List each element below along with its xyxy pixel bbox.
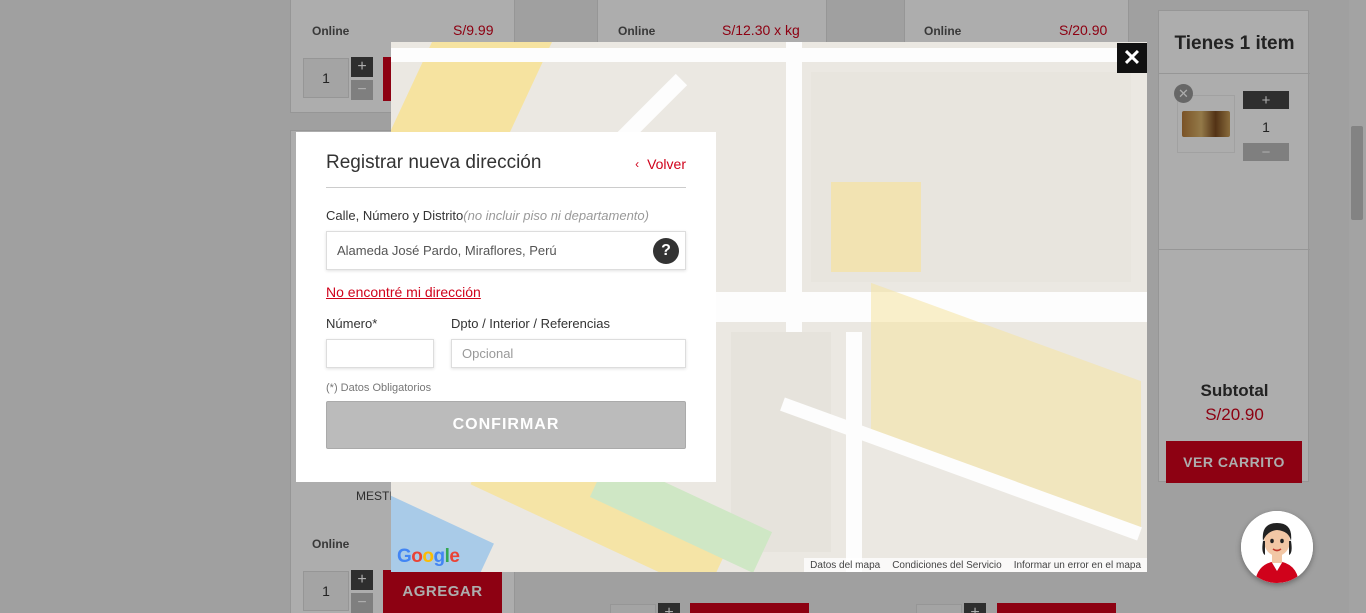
help-icon[interactable]: ? xyxy=(653,238,679,264)
assistant-avatar-icon xyxy=(1241,511,1313,583)
number-input[interactable] xyxy=(326,339,434,368)
street-label-hint: (no incluir piso ni departamento) xyxy=(463,208,649,223)
divider xyxy=(326,187,686,188)
apartment-reference-input[interactable] xyxy=(451,339,686,368)
address-not-found-link[interactable]: No encontré mi dirección xyxy=(326,284,481,300)
street-label: Calle, Número y Distrito(no incluir piso… xyxy=(326,208,649,223)
map-footer: Datos del mapa Condiciones del Servicio … xyxy=(804,558,1147,572)
address-dialog: Registrar nueva dirección ‹ Volver Calle… xyxy=(296,132,716,482)
chat-assistant-button[interactable] xyxy=(1241,511,1313,583)
confirm-button[interactable]: CONFIRMAR xyxy=(326,401,686,449)
map-data-link[interactable]: Datos del mapa xyxy=(810,560,880,571)
map-area xyxy=(831,182,921,272)
report-error-link[interactable]: Informar un error en el mapa xyxy=(1014,560,1141,571)
chevron-left-icon: ‹ xyxy=(635,157,640,171)
back-label: Volver xyxy=(647,156,686,172)
close-modal-button[interactable]: ✕ xyxy=(1117,43,1147,73)
back-link[interactable]: ‹ Volver xyxy=(635,156,686,172)
street-label-text: Calle, Número y Distrito xyxy=(326,208,464,223)
number-label: Número* xyxy=(326,316,378,331)
dialog-title: Registrar nueva dirección xyxy=(326,152,542,173)
required-fields-note: (*) Datos Obligatorios xyxy=(326,382,432,394)
google-logo: Google xyxy=(397,546,460,567)
street-address-input[interactable] xyxy=(326,231,686,270)
map-road xyxy=(391,48,1147,62)
map-road xyxy=(846,332,862,572)
apartment-label: Dpto / Interior / Referencias xyxy=(451,316,610,331)
terms-link[interactable]: Condiciones del Servicio xyxy=(892,560,1002,571)
